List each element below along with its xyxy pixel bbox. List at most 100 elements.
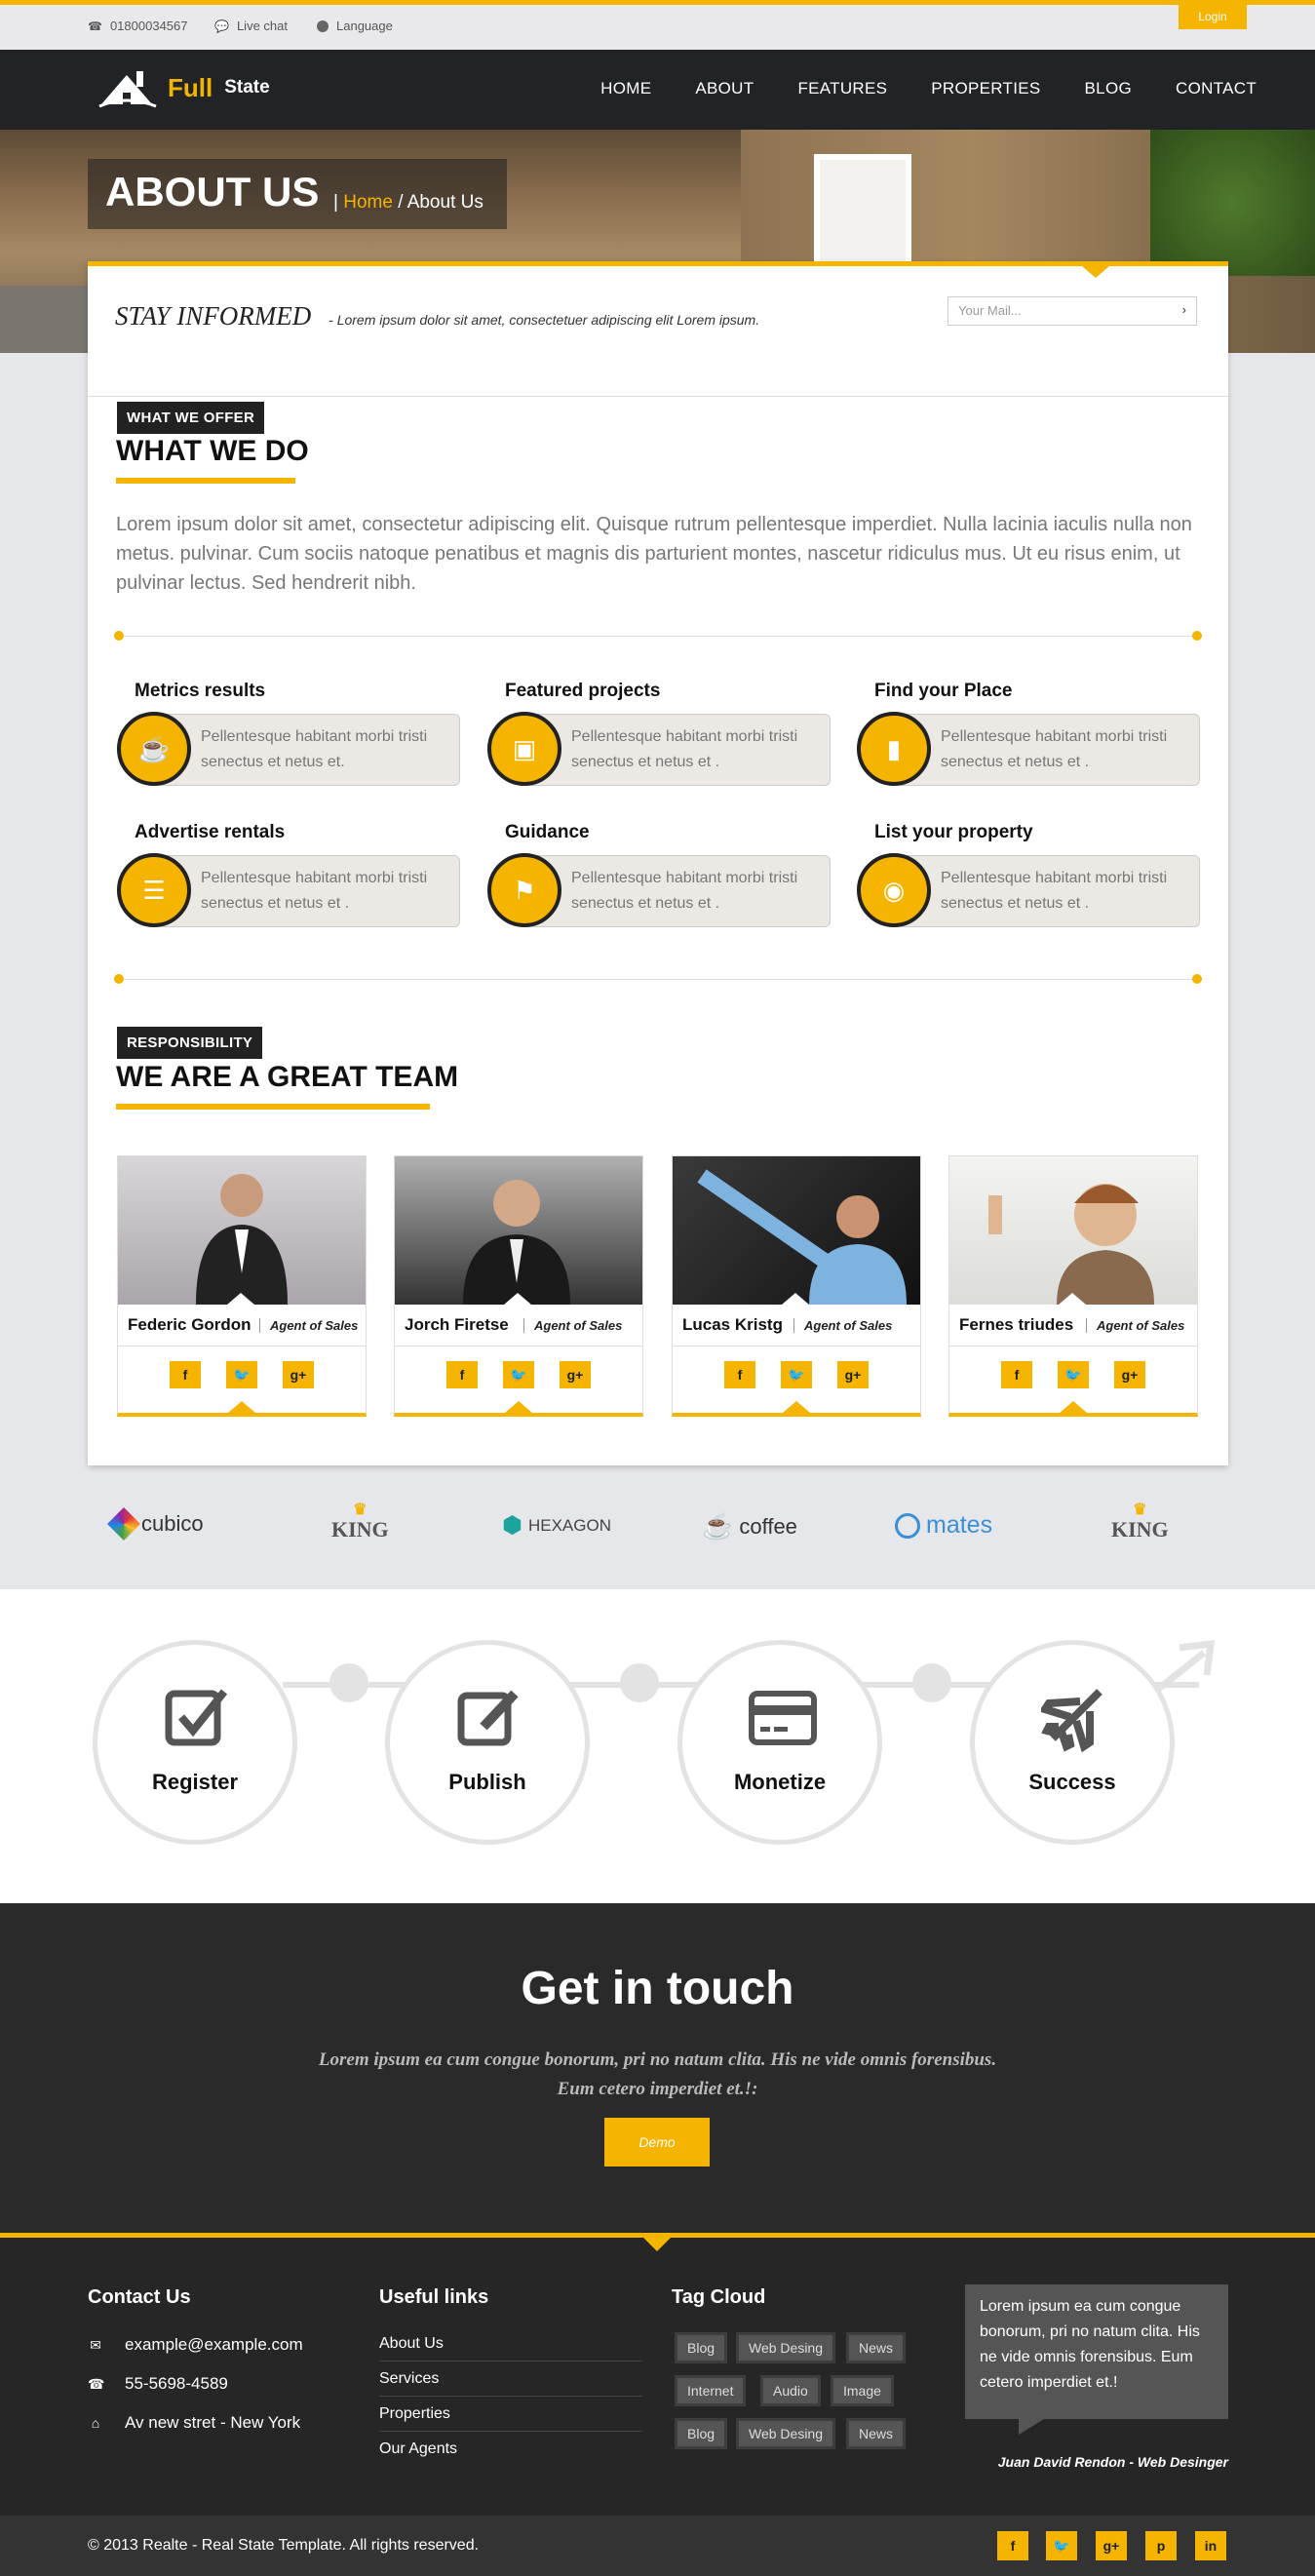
partner-logo-hexagon[interactable]: ⬢ HEXAGON [502,1511,611,1540]
breadcrumb-home[interactable]: Home [343,192,393,213]
nav-item-about[interactable]: ABOUT [695,79,754,98]
get-in-touch-section: Get in touch Lorem ipsum ea cum congue b… [0,1903,1315,2233]
step-label: Success [1028,1770,1116,1794]
chevron-right-icon[interactable]: › [1182,302,1186,317]
step-publish: Publish [385,1640,590,1845]
feature-text: Pellentesque habitant morbi tristi senec… [896,855,1200,927]
partner-name: HEXAGON [527,1515,611,1535]
google-plus-icon[interactable]: g+ [1114,1361,1145,1388]
phone-number: 01800034567 [109,19,188,33]
person-silhouette [697,1169,907,1305]
nav-item-contact[interactable]: CONTACT [1176,79,1257,98]
twitter-icon[interactable]: 🐦 [1058,1361,1089,1388]
footer-link-agents[interactable]: Our Agents [379,2440,642,2466]
crown-icon: ♛ [1133,1502,1147,1518]
airplane-icon [1041,1689,1102,1752]
touch-text: Lorem ipsum ea cum congue bonorum, pri n… [318,2049,997,2099]
twitter-icon[interactable]: 🐦 [226,1361,257,1388]
accent-notch [1082,266,1109,278]
footer-link-services[interactable]: Services [379,2370,642,2397]
partner-logo-coffee[interactable]: ☕ coffee [702,1511,797,1542]
tags-heading: Tag Cloud [672,2286,766,2308]
google-plus-icon[interactable]: g+ [837,1361,869,1388]
twitter-icon[interactable]: 🐦 [503,1361,534,1388]
card-divider [118,1346,366,1347]
tag-image[interactable]: Image [831,2375,894,2406]
google-plus-icon[interactable]: g+ [560,1361,591,1388]
twitter-icon[interactable]: 🐦 [1046,2531,1077,2560]
partner-logo-king-2[interactable]: ♛ KING [1111,1503,1169,1542]
live-chat-link[interactable]: 💬 Live chat [214,19,288,33]
contact-email[interactable]: ✉ example@example.com [88,2335,302,2355]
nav-item-blog[interactable]: BLOG [1085,79,1132,98]
member-name: Fernes triudes [959,1315,1074,1334]
camera-icon: ◉ [857,853,931,927]
login-button[interactable]: Login [1179,5,1247,29]
feature-title: Featured projects [505,681,661,701]
facebook-icon[interactable]: f [1001,1361,1032,1388]
nav-item-properties[interactable]: PROPERTIES [931,79,1040,98]
partner-logo-mates[interactable]: mates [895,1511,992,1540]
breadcrumb-separator: | [333,192,338,213]
house-logo-icon [98,71,157,108]
bottom-bar: © 2013 Realte - Real State Template. All… [0,2516,1315,2576]
tag-news-2[interactable]: News [846,2418,907,2449]
copyright: © 2013 Realte - Real State Template. All… [88,2537,480,2554]
member-name: Jorch Firetse [405,1315,509,1334]
pinterest-icon[interactable]: p [1145,2531,1177,2560]
step-dot [620,1663,659,1702]
main-navigation: Full State HOME ABOUT FEATURES PROPERTIE… [0,50,1315,130]
logo[interactable]: Full State [97,65,270,110]
photo-pointer [782,1293,809,1305]
linkedin-icon[interactable]: in [1195,2531,1226,2560]
facebook-icon[interactable]: f [997,2531,1028,2560]
tag-web-desing[interactable]: Web Desing [736,2332,836,2363]
step-register: Register [93,1640,297,1845]
email-subscribe-input[interactable]: Your Mail... › [948,296,1197,326]
photo-pointer [1059,1293,1086,1305]
nav-item-home[interactable]: HOME [600,79,651,98]
step-label: Publish [448,1770,526,1794]
dotted-separator [114,631,1202,641]
step-label: Monetize [733,1770,827,1794]
step-label: Register [151,1770,239,1794]
team-card: Lucas Kristg Agent of Sales f 🐦 g+ [672,1155,921,1417]
feature-title: List your property [874,822,1033,842]
twitter-icon[interactable]: 🐦 [781,1361,812,1388]
tag-blog-2[interactable]: Blog [675,2418,728,2449]
tag-news[interactable]: News [846,2332,907,2363]
facebook-icon[interactable]: f [724,1361,755,1388]
testimonial-quote: Lorem ipsum ea cum congue bonorum, pri n… [965,2284,1228,2435]
feature-projects: Featured projects Pellentesque habitant … [487,681,831,798]
tag-blog[interactable]: Blog [675,2332,728,2363]
google-plus-icon[interactable]: g+ [1096,2531,1127,2560]
address-text: Av new stret - New York [125,2413,301,2432]
demo-button[interactable]: Demo [604,2118,710,2166]
main-content: STAY INFORMED - Lorem ipsum dolor sit am… [88,261,1228,1465]
home-icon: ⌂ [91,2415,100,2431]
nav-item-features[interactable]: FEATURES [797,79,887,98]
facebook-icon[interactable]: f [446,1361,478,1388]
footer-link-about[interactable]: About Us [379,2335,642,2361]
language-selector[interactable]: Language [317,19,393,33]
tags-icon: ⚑ [487,853,561,927]
step-monetize: Monetize [677,1640,882,1845]
facebook-icon[interactable]: f [170,1361,201,1388]
partner-logo-cubico[interactable]: cubico [107,1507,204,1541]
tag-internet[interactable]: Internet [675,2375,747,2406]
mates-icon [895,1512,920,1539]
card-divider [949,1346,1197,1347]
partner-logo-king[interactable]: ♛ KING [331,1503,389,1542]
feature-title: Find your Place [874,681,1013,701]
tag-audio[interactable]: Audio [760,2375,821,2406]
google-plus-icon[interactable]: g+ [283,1361,314,1388]
feature-text: Pellentesque habitant morbi tristi senec… [156,714,460,786]
feature-find-place: Find your Place Pellentesque habitant mo… [857,681,1200,798]
card-pointer [505,1401,532,1413]
tag-web-desing-2[interactable]: Web Desing [736,2418,836,2449]
contact-heading: Contact Us [88,2286,191,2308]
card-pointer [783,1401,810,1413]
footer-link-properties[interactable]: Properties [379,2405,642,2432]
monitor-icon: ▣ [487,712,561,786]
feature-text: Pellentesque habitant morbi tristi senec… [896,714,1200,786]
